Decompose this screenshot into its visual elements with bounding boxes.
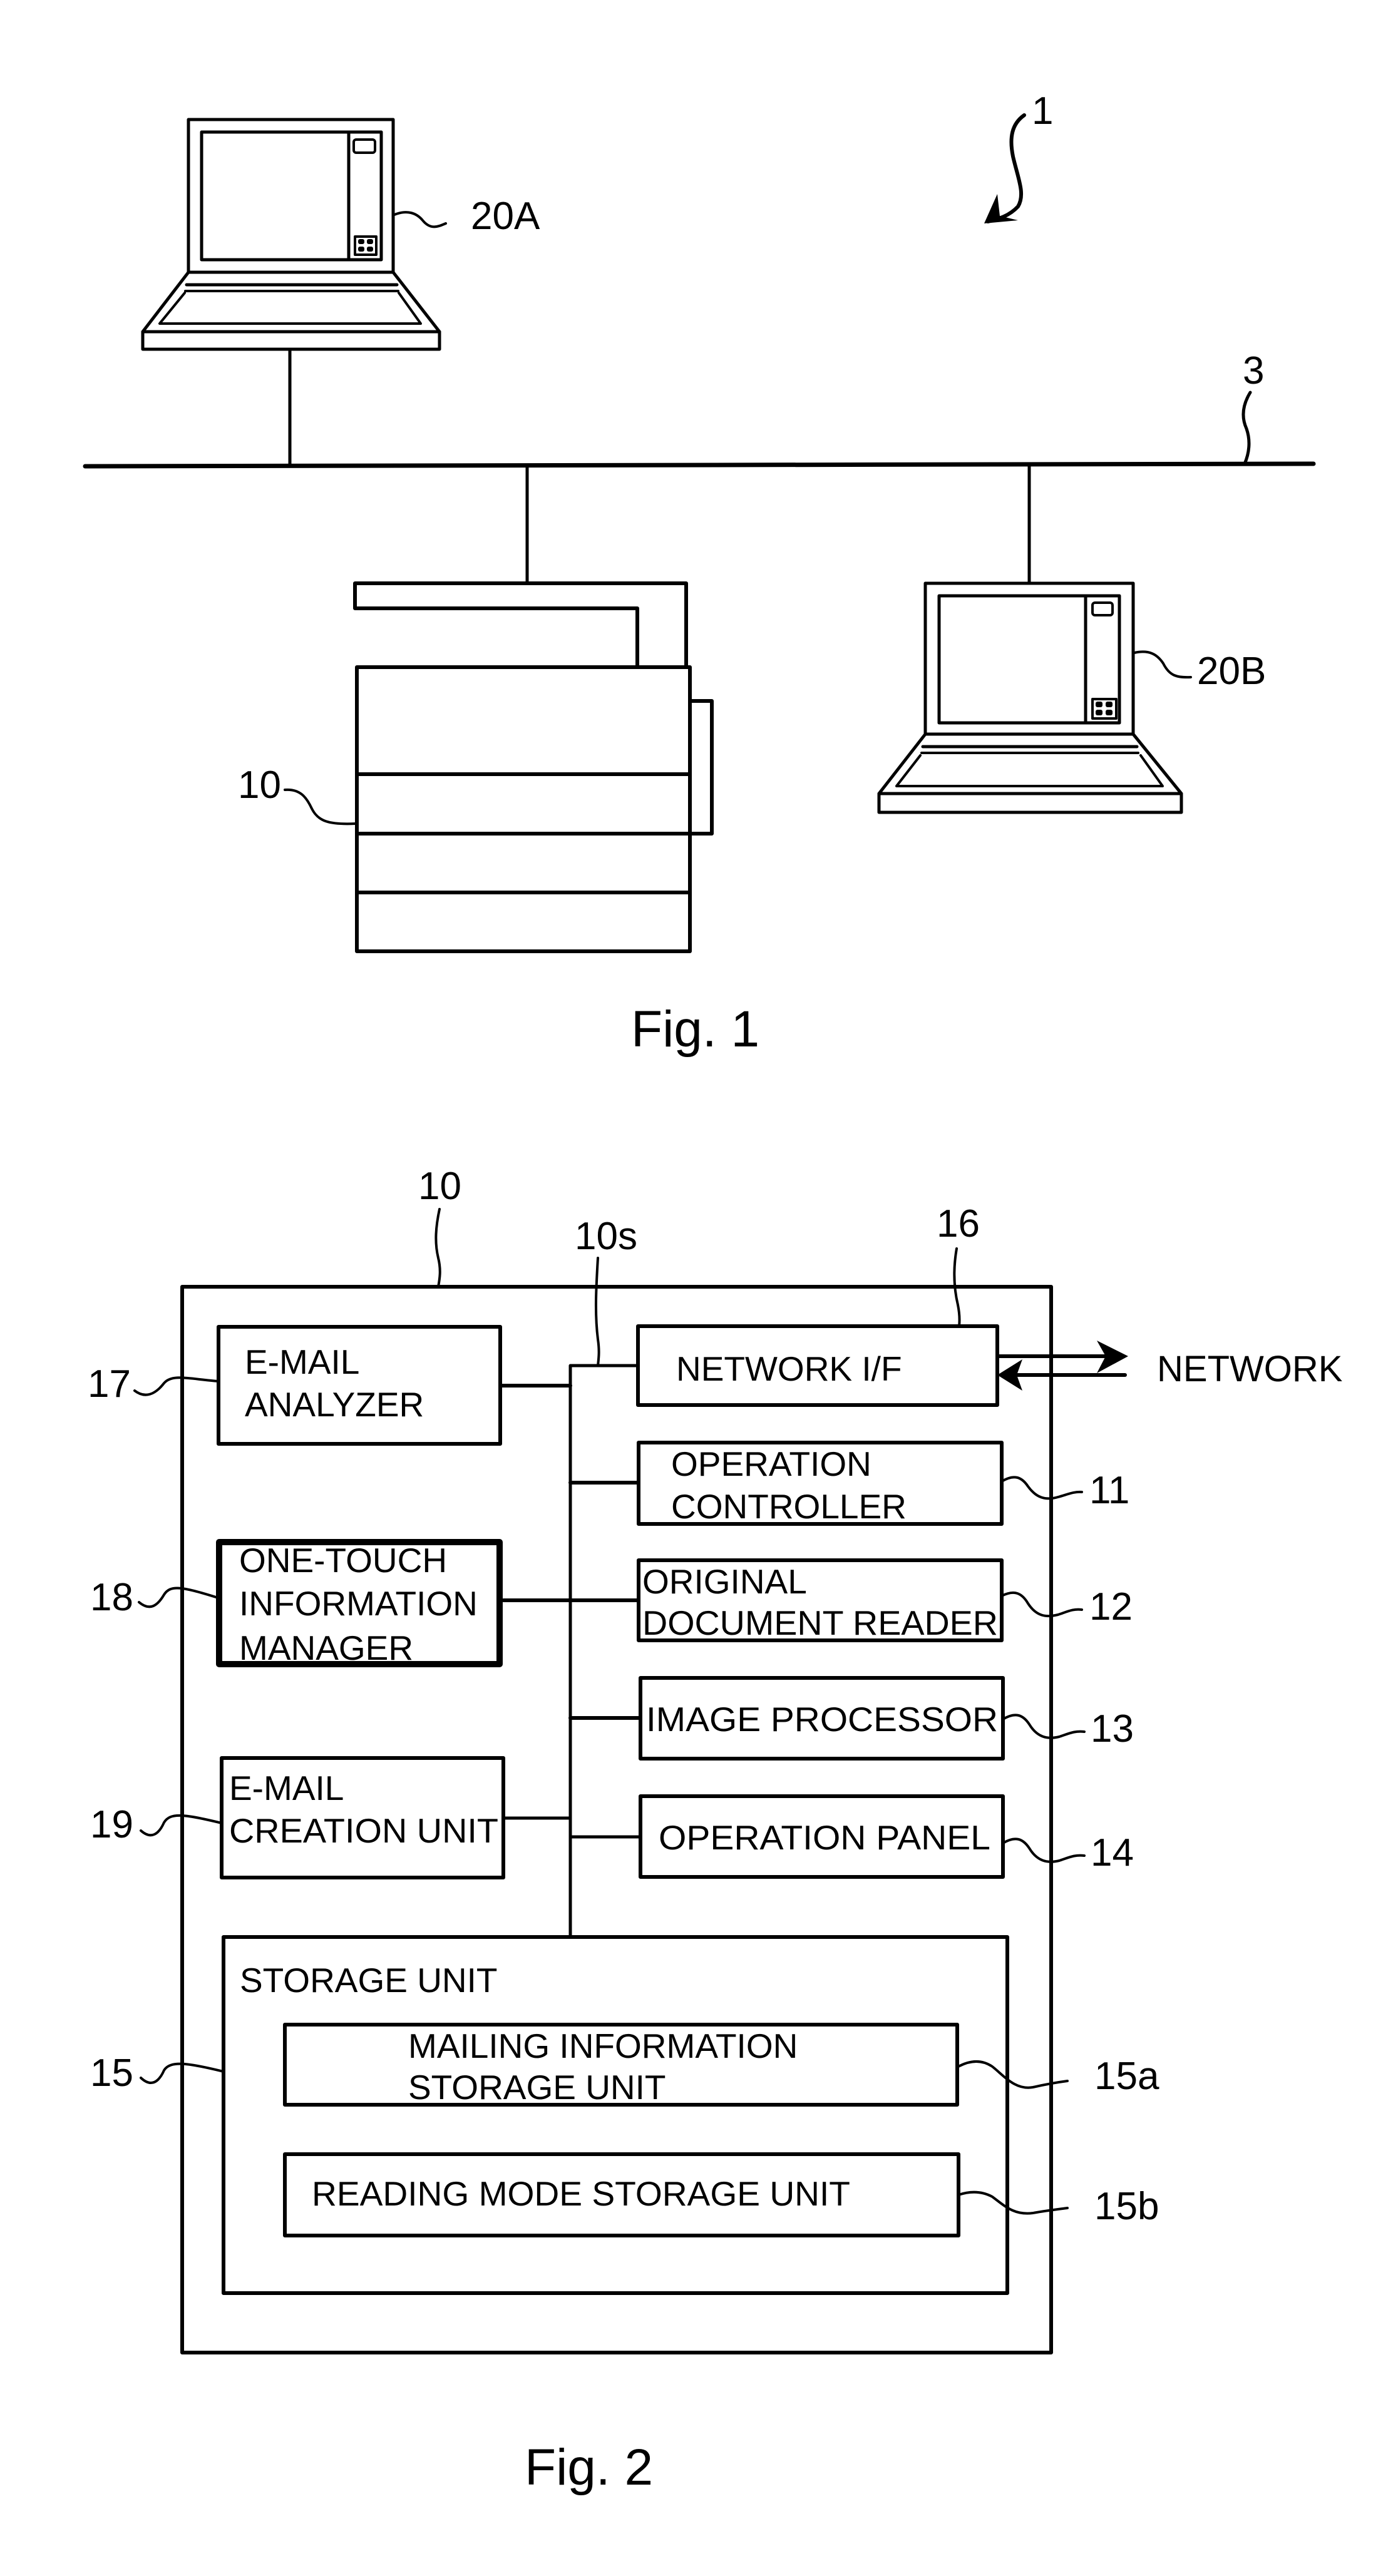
ref-label-20b: 20B (1197, 650, 1266, 693)
block-label-line: OPERATION PANEL (659, 1818, 990, 1857)
ref-label-15: 15 (90, 2052, 133, 2095)
block-one-touch-manager: ONE-TOUCH INFORMATION MANAGER (216, 1539, 503, 1667)
block-mailing-info-storage: MAILING INFORMATION STORAGE UNIT (283, 2023, 959, 2107)
ref-label-11: 11 (1089, 1469, 1129, 1512)
block-label-line: OPERATION (671, 1444, 871, 1483)
ref-label-15b: 15b (1094, 2185, 1159, 2228)
ref-label-mfp: 10 (238, 764, 281, 807)
block-storage-unit: STORAGE UNIT MAILING INFORMATION STORAGE… (222, 1935, 1009, 2295)
leader-14 (1002, 1837, 1086, 1863)
ref-label-17: 17 (88, 1362, 131, 1406)
system-bus-10s (568, 1364, 640, 1939)
laptop-base (877, 792, 1183, 814)
ref-label-system: 1 (1032, 89, 1053, 133)
block-reading-mode-storage: READING MODE STORAGE UNIT (283, 2152, 960, 2237)
leader-bus (594, 1257, 600, 1367)
block-label-line: ONE-TOUCH (239, 1541, 447, 1580)
arrowhead-icon (984, 194, 1018, 223)
leader-20a (393, 211, 447, 228)
ref-label-18: 18 (90, 1576, 133, 1619)
block-label-line: CREATION UNIT (229, 1811, 498, 1850)
block-document-reader: ORIGINAL DOCUMENT READER (637, 1558, 1004, 1642)
patent-drawing-sheet: 1 20A 3 10 20B Fig. 1 10 10s E-MAIL ANAL… (83, 89, 1343, 2496)
ref-label-bus: 10s (575, 1215, 637, 1258)
block-operation-controller: OPERATION CONTROLLER (637, 1441, 1004, 1526)
printer-body (355, 665, 692, 953)
screen-button-icon (352, 138, 376, 154)
ref-label-device: 10 (418, 1165, 461, 1208)
external-network-label: NETWORK (1157, 1349, 1343, 1389)
keypad-icon (1091, 698, 1118, 720)
keypad-icon (354, 235, 378, 256)
laptop-20a (141, 118, 441, 351)
leader-17 (133, 1376, 220, 1396)
leader-device (434, 1208, 441, 1288)
block-label-line: ORIGINAL (642, 1562, 807, 1601)
keyboard-deck (895, 754, 1164, 787)
figure-1: 1 20A 3 10 20B Fig. 1 (83, 89, 1316, 1058)
block-label-line: READING MODE STORAGE UNIT (312, 2174, 850, 2213)
figure-2-caption: Fig. 2 (525, 2439, 653, 2496)
block-label-line: CONTROLLER (671, 1487, 907, 1526)
leader-12 (1000, 1591, 1083, 1618)
keyboard-deck (158, 292, 422, 325)
figure-2: 10 10s E-MAIL ANALYZER 17 NETWORK I/F 16 (88, 1165, 1343, 2496)
block-label-line: DOCUMENT READER (642, 1603, 998, 1642)
block-label-line: IMAGE PROCESSOR (646, 1700, 998, 1739)
output-tray (688, 699, 714, 836)
block-label-line: MANAGER (239, 1628, 413, 1667)
leader-network (1241, 391, 1252, 466)
ref-label-13: 13 (1091, 1707, 1134, 1751)
block-email-analyzer: E-MAIL ANALYZER (217, 1325, 502, 1446)
document-feeder (353, 581, 688, 669)
block-label-line: INFORMATION (239, 1584, 478, 1623)
block-network-if: NETWORK I/F (636, 1324, 999, 1407)
block-image-processor: IMAGE PROCESSOR (639, 1676, 1005, 1761)
leader-20b (1133, 650, 1192, 679)
block-email-creation: E-MAIL CREATION UNIT (220, 1756, 505, 1879)
block-label-line: NETWORK I/F (676, 1349, 902, 1388)
block-label-line: STORAGE UNIT (408, 2068, 666, 2107)
laptop-base (141, 330, 441, 351)
ref-label-16: 16 (937, 1202, 980, 1245)
ref-label-network: 3 (1243, 349, 1264, 392)
ref-label-12: 12 (1089, 1585, 1133, 1628)
laptop-20b (877, 581, 1183, 814)
network-bus (83, 461, 1316, 469)
ref-label-19: 19 (90, 1803, 133, 1846)
block-operation-panel: OPERATION PANEL (639, 1794, 1005, 1879)
leader-mfp (284, 788, 357, 825)
laptop-keyboard (877, 732, 1183, 795)
leader-18 (138, 1587, 217, 1608)
figure-1-caption: Fig. 1 (631, 1001, 759, 1058)
block-label-line: E-MAIL (229, 1769, 344, 1807)
ref-label-15a: 15a (1094, 2055, 1159, 2098)
block-label-line: ANALYZER (245, 1385, 424, 1424)
screen-button-icon (1091, 601, 1114, 616)
ref-label-20a: 20A (471, 195, 540, 238)
block-label-line: STORAGE UNIT (240, 1961, 498, 2000)
multifunction-peripheral-10 (353, 581, 714, 953)
block-label-line: MAILING INFORMATION (408, 2027, 798, 2065)
leader-13 (1002, 1714, 1086, 1739)
leader-11 (1000, 1476, 1083, 1500)
block-label-line: E-MAIL (245, 1342, 359, 1381)
ref-label-14: 14 (1091, 1831, 1134, 1874)
